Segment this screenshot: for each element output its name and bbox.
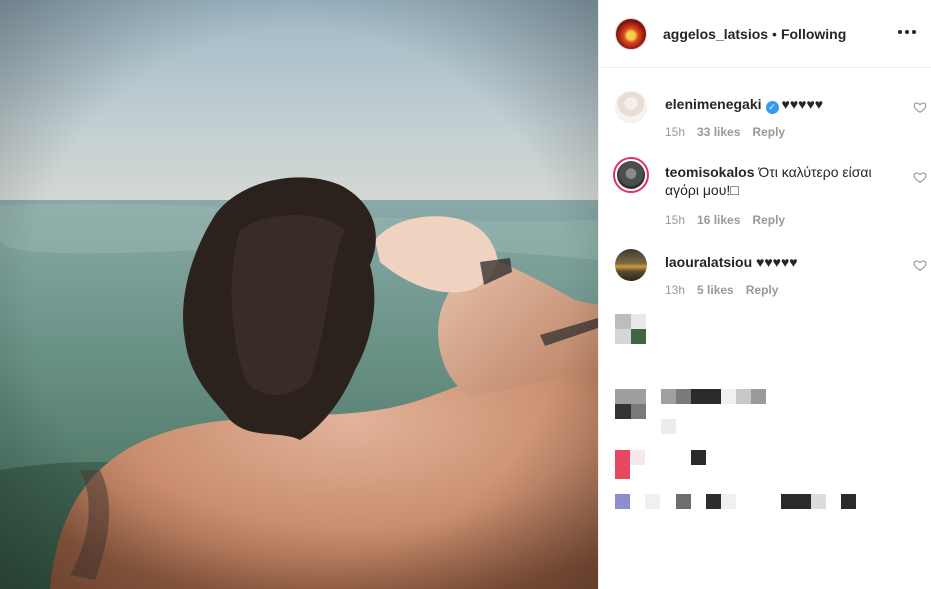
pixel-block — [615, 404, 631, 419]
pixel-block — [645, 494, 660, 509]
commenter-avatar[interactable] — [613, 157, 649, 193]
pixel-block — [615, 314, 631, 329]
header-separator: • — [772, 25, 777, 42]
commenter-username[interactable]: laouralatsiou — [665, 254, 752, 270]
pixel-block — [751, 389, 766, 404]
pixel-block — [631, 404, 646, 419]
avatar-image — [617, 161, 645, 189]
like-comment-heart-icon[interactable] — [913, 258, 927, 272]
like-comment-heart-icon[interactable] — [913, 170, 927, 184]
more-dot — [905, 30, 909, 34]
pixel-block — [781, 494, 811, 509]
pixel-block — [615, 389, 646, 404]
comment-likes[interactable]: 5 likes — [697, 283, 734, 297]
comment-body: ♥♥♥♥♥ — [781, 96, 824, 112]
following-button[interactable]: Following — [781, 26, 846, 42]
pixel-block — [706, 494, 721, 509]
pixel-block — [661, 389, 676, 404]
pixel-block — [676, 494, 691, 509]
commenter-avatar[interactable] — [615, 91, 647, 123]
comment-meta: 13h 5 likes Reply — [665, 283, 778, 297]
post-photo-art — [0, 0, 598, 589]
reply-button[interactable]: Reply — [752, 213, 785, 227]
reply-button[interactable]: Reply — [746, 283, 779, 297]
pixel-block — [615, 450, 630, 479]
comment-text: elenimenegaki ✓ ♥♥♥♥♥ — [665, 95, 885, 114]
comment-item: laouralatsiou ♥♥♥♥♥ 13h 5 likes Reply — [615, 249, 927, 309]
verified-badge-icon: ✓ — [765, 101, 779, 114]
pixel-block — [691, 389, 721, 404]
commenter-username[interactable]: teomisokalos — [665, 164, 754, 180]
pixel-block — [661, 419, 676, 434]
pixel-block — [676, 389, 691, 404]
comment-time[interactable]: 13h — [665, 283, 685, 297]
pixel-block — [615, 329, 631, 344]
author-username[interactable]: aggelos_latsios — [663, 26, 768, 42]
comment-meta: 15h 33 likes Reply — [665, 125, 785, 139]
comment-text: teomisokalos Ότι καλύτερο είσαι αγόρι μο… — [665, 163, 885, 199]
comment-time[interactable]: 15h — [665, 213, 685, 227]
comment-likes[interactable]: 33 likes — [697, 125, 740, 139]
commenter-avatar[interactable] — [615, 249, 647, 281]
comment-item: teomisokalos Ότι καλύτερο είσαι αγόρι μο… — [613, 157, 927, 229]
pixel-block — [631, 314, 646, 329]
pixel-block — [631, 329, 646, 344]
more-dot — [912, 30, 916, 34]
pixel-block — [721, 494, 736, 509]
post-side-panel: aggelos_latsios • Following elenimenegak… — [598, 0, 931, 589]
comment-text: laouralatsiou ♥♥♥♥♥ — [665, 253, 885, 271]
pixel-block — [841, 494, 856, 509]
reply-button[interactable]: Reply — [752, 125, 785, 139]
comment-time[interactable]: 15h — [665, 125, 685, 139]
more-options-icon[interactable] — [897, 22, 917, 42]
more-dot — [898, 30, 902, 34]
pixel-block — [691, 450, 706, 465]
like-comment-heart-icon[interactable] — [913, 100, 927, 114]
comment-meta: 15h 16 likes Reply — [665, 213, 785, 227]
comment-body: ♥♥♥♥♥ — [756, 254, 798, 270]
post-photo[interactable] — [0, 0, 598, 589]
comment-likes[interactable]: 16 likes — [697, 213, 740, 227]
post-header: aggelos_latsios • Following — [599, 0, 931, 68]
pixel-block — [615, 494, 630, 509]
comment-item: elenimenegaki ✓ ♥♥♥♥♥ 15h 33 likes Reply — [615, 91, 927, 151]
pixel-block — [811, 494, 826, 509]
pixel-block — [736, 389, 751, 404]
pixel-block — [630, 450, 645, 465]
commenter-username[interactable]: elenimenegaki — [665, 96, 762, 112]
author-avatar[interactable] — [615, 17, 647, 50]
pixel-block — [721, 389, 736, 404]
